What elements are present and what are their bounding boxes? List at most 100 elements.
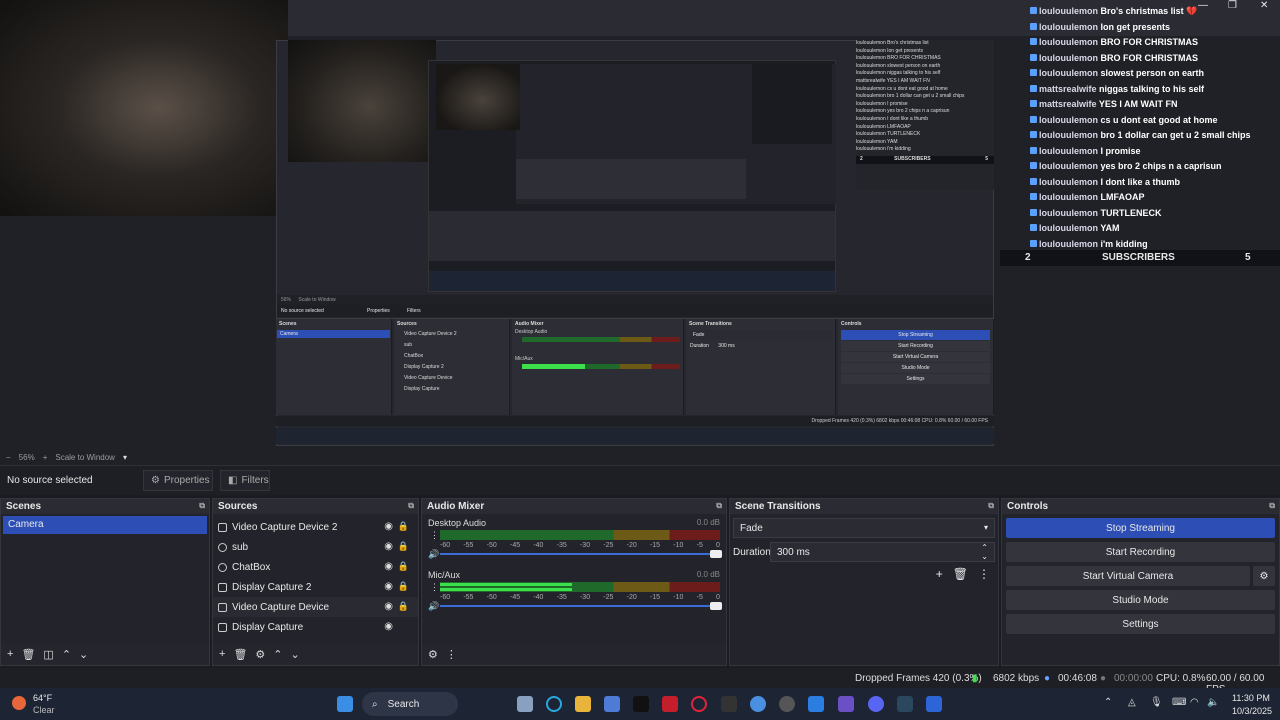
advanced-audio-icon[interactable]: ⚙ xyxy=(428,648,438,661)
trash-icon[interactable]: 🗑 xyxy=(21,648,35,661)
start-virtual-camera-button[interactable]: Start Virtual Camera xyxy=(1006,566,1250,586)
folder-icon[interactable] xyxy=(575,696,591,712)
speaker-icon[interactable]: 🔊 xyxy=(428,601,439,612)
wifi-icon[interactable]: ◠ xyxy=(1190,697,1199,708)
volume-icon[interactable]: 🔈 xyxy=(1207,697,1219,708)
kebab-icon[interactable]: ⋮ xyxy=(446,648,457,661)
undock-icon[interactable]: ⧉ xyxy=(408,501,414,511)
undock-icon[interactable]: ⧉ xyxy=(988,501,994,511)
kebab-icon[interactable]: ⋮ xyxy=(430,582,439,593)
stepper-icon[interactable]: ⌃ ⌄ xyxy=(981,543,988,561)
close-icon[interactable]: ✕ xyxy=(1260,0,1268,11)
speaker-icon[interactable]: 🔊 xyxy=(428,549,439,560)
trash-icon[interactable]: 🗑 xyxy=(233,648,247,661)
eye-icon[interactable]: ◉ xyxy=(384,521,393,532)
filter-icon[interactable]: ◫ xyxy=(43,648,53,661)
eye-icon[interactable]: ◉ xyxy=(384,541,393,552)
zoom-out-icon[interactable]: − xyxy=(6,453,11,462)
volume-slider[interactable] xyxy=(440,602,722,610)
cortana-icon[interactable] xyxy=(546,696,562,712)
maximize-icon[interactable]: ❐ xyxy=(1228,0,1237,11)
clock-time[interactable]: 11:30 PM xyxy=(1232,693,1270,703)
filters-label: Filters xyxy=(241,475,269,486)
outlook-icon[interactable] xyxy=(808,696,824,712)
volume-slider[interactable] xyxy=(440,550,722,558)
search-label: Search xyxy=(387,698,420,710)
badge-icon xyxy=(1030,224,1037,231)
keyboard-icon[interactable]: ⌨ xyxy=(1172,697,1186,708)
lock-icon[interactable]: 🔒 xyxy=(398,581,409,592)
network-icon[interactable]: ◬ xyxy=(1128,697,1136,708)
eye-icon[interactable]: ◉ xyxy=(384,601,393,612)
taskbar-search[interactable]: ⌕ Search xyxy=(362,692,458,716)
opera-icon[interactable] xyxy=(691,696,707,712)
discord-icon[interactable] xyxy=(868,696,884,712)
zoom-dropdown-icon[interactable]: ▾ xyxy=(123,453,127,462)
nested-inner2-chat xyxy=(752,64,832,144)
gear-icon[interactable]: ⚙ xyxy=(1253,566,1275,586)
steam-icon[interactable] xyxy=(897,696,913,712)
lock-icon[interactable]: 🔒 xyxy=(398,521,409,532)
add-icon[interactable]: + xyxy=(936,567,943,581)
task-view-icon[interactable] xyxy=(517,696,533,712)
nested-zoom-mode: Scale to Window xyxy=(298,297,336,303)
chevron-up-icon[interactable]: ⌃ xyxy=(62,648,71,661)
mic-icon[interactable]: 🎙 xyxy=(1150,697,1163,708)
undock-icon[interactable]: ⧉ xyxy=(1269,501,1275,511)
slider-handle[interactable] xyxy=(710,550,722,558)
app-dark-icon[interactable] xyxy=(721,696,737,712)
properties-button[interactable]: ⚙ Properties xyxy=(143,470,213,491)
lock-icon[interactable]: 🔒 xyxy=(398,541,409,552)
stop-streaming-button[interactable]: Stop Streaming xyxy=(1006,518,1275,538)
eye-icon[interactable]: ◉ xyxy=(384,581,393,592)
filters-button[interactable]: ◧ Filters xyxy=(220,470,270,491)
app-blue-icon[interactable] xyxy=(926,696,942,712)
kebab-icon[interactable]: ⋮ xyxy=(430,530,439,541)
app-red-icon[interactable] xyxy=(662,696,678,712)
eye-icon[interactable]: ◉ xyxy=(384,561,393,572)
windows-start-icon[interactable] xyxy=(337,696,353,712)
add-icon[interactable]: + xyxy=(219,648,225,660)
trash-icon[interactable]: 🗑 xyxy=(953,567,968,581)
chevron-up-icon[interactable]: ⌃ xyxy=(273,648,282,661)
scene-item-camera[interactable]: Camera xyxy=(3,516,207,534)
transitions-header: Scene Transitions ⧉ xyxy=(730,499,998,514)
duration-input[interactable]: 300 ms ⌃ ⌄ xyxy=(770,542,995,562)
settings-button[interactable]: Settings xyxy=(1006,614,1275,634)
dropped-frames: Dropped Frames 420 (0.3%) xyxy=(855,673,982,684)
source-item[interactable]: ChatBox ◉ 🔒 xyxy=(213,557,418,577)
source-item[interactable]: Display Capture 2 ◉ 🔒 xyxy=(213,577,418,597)
undock-icon[interactable]: ⧉ xyxy=(199,501,205,511)
lock-icon[interactable]: 🔒 xyxy=(398,561,409,572)
nested-sources-title: Sources xyxy=(397,321,417,327)
chrome-icon[interactable] xyxy=(750,696,766,712)
app-purple-icon[interactable] xyxy=(838,696,854,712)
lock-icon[interactable]: 🔒 xyxy=(398,601,409,612)
start-recording-button[interactable]: Start Recording xyxy=(1006,542,1275,562)
studio-mode-button[interactable]: Studio Mode xyxy=(1006,590,1275,610)
obs-icon[interactable] xyxy=(779,696,795,712)
source-item[interactable]: Display Capture ◉ xyxy=(213,617,418,637)
transition-select[interactable]: Fade ▾ xyxy=(733,518,995,538)
chevron-down-icon[interactable]: ⌄ xyxy=(291,648,300,661)
slider-handle[interactable] xyxy=(710,602,722,610)
weather-icon[interactable] xyxy=(12,696,26,710)
chat-overlay: loulouulemon Bro's christmas list 💔 loulo… xyxy=(1030,4,1280,254)
source-item[interactable]: Video Capture Device 2 ◉ 🔒 xyxy=(213,517,418,537)
store-icon[interactable] xyxy=(604,696,620,712)
capcut-icon[interactable] xyxy=(633,696,649,712)
chevron-down-icon[interactable]: ⌄ xyxy=(79,648,88,661)
minimize-icon[interactable]: — xyxy=(1198,0,1208,11)
undock-icon[interactable]: ⧉ xyxy=(716,501,722,511)
add-icon[interactable]: + xyxy=(7,648,13,660)
eye-icon[interactable]: ◉ xyxy=(384,621,393,632)
meter-level-2 xyxy=(440,588,572,591)
gear-icon[interactable]: ⚙ xyxy=(255,648,265,661)
chat-text: slowest person on earth xyxy=(1100,68,1205,78)
zoom-in-icon[interactable]: + xyxy=(43,453,48,462)
clock-date[interactable]: 10/3/2025 xyxy=(1232,706,1272,716)
source-item[interactable]: Video Capture Device ◉ 🔒 xyxy=(213,597,418,617)
source-item[interactable]: sub ◉ 🔒 xyxy=(213,537,418,557)
kebab-icon[interactable]: ⋮ xyxy=(978,567,990,581)
chevron-up-icon[interactable]: ⌃ xyxy=(1104,697,1112,708)
